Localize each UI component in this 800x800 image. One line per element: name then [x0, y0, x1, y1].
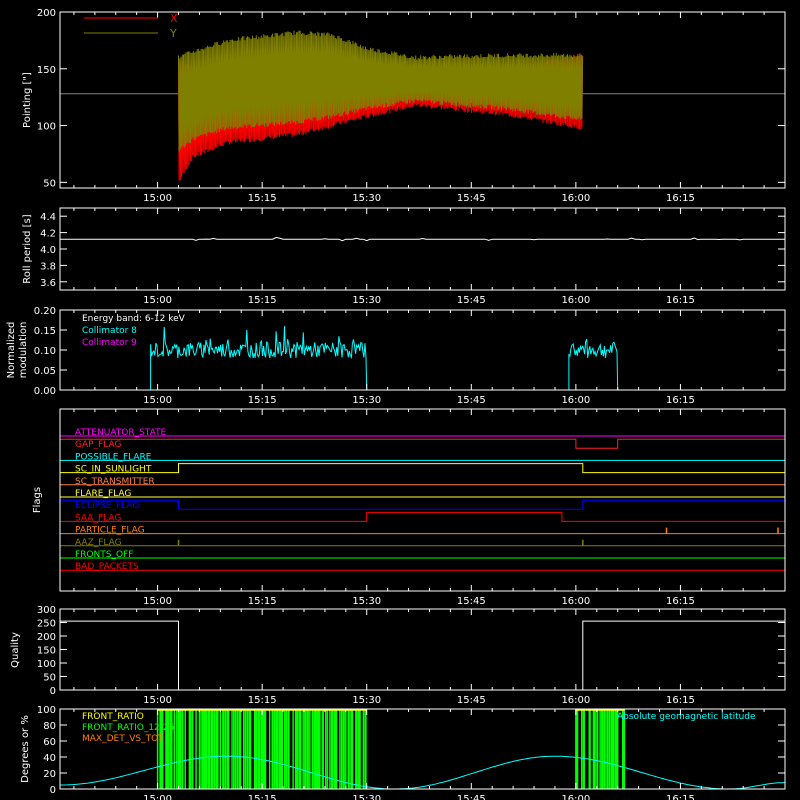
- y-tick-label: 150: [37, 65, 56, 76]
- pointing-ylabel: Pointing ["]: [22, 72, 33, 128]
- y-tick-label: 300: [37, 605, 56, 616]
- x-tick-label: 15:45: [457, 193, 486, 204]
- y-tick-label: 3.8: [40, 261, 56, 272]
- y-tick-label: 0: [50, 785, 56, 796]
- x-tick-label: 15:00: [143, 695, 172, 706]
- y-tick-label: 3.6: [40, 278, 56, 289]
- x-tick-label: 16:15: [666, 794, 695, 800]
- flag-label: FRONTS_OFF: [75, 550, 133, 560]
- flag-label: SC_IN_SUNLIGHT: [75, 465, 152, 475]
- y-tick-label: 20: [43, 769, 56, 780]
- legend-front-ratio-12-25: FRONT_RATIO_12-25: [82, 723, 174, 733]
- x-tick-label: 16:00: [561, 596, 590, 607]
- y-tick-label: 40: [43, 753, 56, 764]
- legend-y-label: Y: [169, 27, 177, 40]
- flag-label: PARTICLE_FLAG: [75, 526, 145, 536]
- y-tick-label: 4.2: [40, 229, 56, 240]
- legend-geomagnetic-latitude: Absolute geomagnetic latitude: [617, 712, 756, 722]
- x-tick-label: 15:45: [457, 596, 486, 607]
- x-tick-label: 15:15: [248, 193, 277, 204]
- x-tick-label: 15:45: [457, 395, 486, 406]
- legend-collimator-9: Collimator 9: [82, 338, 137, 348]
- y-tick-label: 150: [37, 646, 56, 657]
- x-tick-label: 15:00: [143, 794, 172, 800]
- legend-x-label: X: [170, 12, 178, 25]
- x-tick-label: 16:00: [561, 193, 590, 204]
- y-tick-label: 0.15: [34, 326, 56, 337]
- x-tick-label: 15:15: [248, 695, 277, 706]
- modulation-ylabel-1: Normalized: [6, 322, 17, 379]
- flag-label: BAD_PACKETS: [75, 562, 139, 572]
- flag-label: AAZ_FLAG: [75, 538, 122, 548]
- legend-max-det-vs-tot: MAX_DET_VS_TOT: [82, 734, 164, 744]
- x-tick-label: 16:00: [561, 395, 590, 406]
- x-tick-label: 15:00: [143, 295, 172, 306]
- y-tick-label: 0.00: [34, 386, 56, 397]
- y-tick-label: 50: [43, 673, 56, 684]
- y-tick-label: 200: [37, 8, 56, 19]
- y-tick-label: 200: [37, 632, 56, 643]
- legend-collimator-8: Collimator 8: [82, 326, 137, 336]
- quality-ylabel: Quality: [10, 632, 21, 668]
- flag-label: ATTENUATOR_STATE: [75, 428, 167, 438]
- flags-ylabel: Flags: [32, 487, 43, 513]
- observing-summary-chart: 15:00 15:15 15:30 15:45 16:00 16:15 50 100 150 20…: [0, 0, 800, 800]
- x-tick-label: 15:00: [143, 596, 172, 607]
- x-tick-label: 16:15: [666, 695, 695, 706]
- x-tick-label: 15:30: [352, 695, 381, 706]
- x-tick-label: 15:15: [248, 295, 277, 306]
- y-tick-label: 4.4: [40, 212, 56, 223]
- x-tick-label: 15:45: [457, 295, 486, 306]
- y-tick-label: 100: [37, 659, 56, 670]
- flag-label: SAA_FLAG: [75, 513, 121, 523]
- y-tick-label: 0.20: [34, 306, 56, 317]
- x-tick-label: 15:30: [352, 193, 381, 204]
- y-tick-label: 4.0: [40, 245, 56, 256]
- y-tick-label: 100: [37, 705, 56, 716]
- y-tick-label: 0.05: [34, 366, 56, 377]
- flag-label: ECLIPSE_FLAG: [75, 501, 139, 511]
- x-tick-label: 15:30: [352, 395, 381, 406]
- y-tick-label: 60: [43, 737, 56, 748]
- legend-energy-band: Energy band: 6-12 keV: [82, 314, 186, 324]
- x-tick-label: 15:00: [143, 395, 172, 406]
- x-tick-label: 15:45: [457, 794, 486, 800]
- modulation-ylabel-2: modulation: [18, 322, 29, 379]
- x-tick-label: 15:15: [248, 395, 277, 406]
- x-tick-label: 16:00: [561, 794, 590, 800]
- x-tick-label: 16:00: [561, 695, 590, 706]
- roll-ylabel: Roll period [s]: [22, 214, 33, 283]
- x-tick-label: 15:30: [352, 794, 381, 800]
- x-tick-label: 15:30: [352, 295, 381, 306]
- y-tick-label: 250: [37, 619, 56, 630]
- y-tick-label: 0.10: [34, 346, 56, 357]
- flag-label: FLARE_FLAG: [75, 489, 131, 499]
- x-tick-label: 15:00: [143, 193, 172, 204]
- x-tick-label: 15:15: [248, 794, 277, 800]
- flag-label: SC_TRANSMITTER: [75, 477, 155, 487]
- legend-front-ratio: FRONT_RATIO: [82, 712, 144, 722]
- geo-ylabel: Degrees or %: [20, 715, 31, 783]
- y-tick-label: 100: [37, 122, 56, 133]
- x-tick-label: 16:15: [666, 295, 695, 306]
- flag-label: POSSIBLE_FLARE: [75, 452, 152, 462]
- x-tick-label: 16:15: [666, 596, 695, 607]
- x-tick-label: 16:15: [666, 395, 695, 406]
- y-tick-label: 50: [43, 178, 56, 189]
- x-tick-label: 15:30: [352, 596, 381, 607]
- x-tick-label: 15:45: [457, 695, 486, 706]
- x-tick-label: 16:15: [666, 193, 695, 204]
- flag-label: GAP_FLAG: [75, 440, 121, 450]
- x-tick-label: 16:00: [561, 295, 590, 306]
- x-tick-label: 15:15: [248, 596, 277, 607]
- y-tick-label: 80: [43, 721, 56, 732]
- y-tick-label: 0: [50, 686, 56, 697]
